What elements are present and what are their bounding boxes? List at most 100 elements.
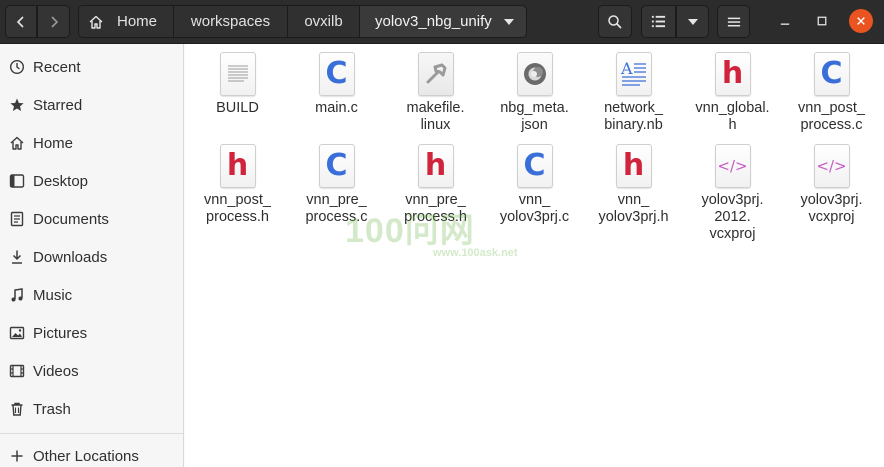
header-bar: Home workspaces ovxilb yolov3_nbg_unify (0, 0, 884, 44)
chevron-down-icon (504, 18, 514, 25)
sidebar-item-other-locations[interactable]: Other Locations (0, 437, 183, 467)
chevron-down-icon (687, 18, 698, 25)
minimize-icon (780, 23, 790, 25)
minimize-button[interactable] (773, 9, 797, 33)
c-header-file-icon: h (714, 52, 751, 96)
file-name: vnn_post_ process.c (798, 100, 865, 133)
file-item[interactable]: C vnn_post_ process.c (782, 44, 881, 134)
h-glyph: h (226, 148, 249, 183)
sidebar-item-label: Starred (33, 96, 83, 114)
c-header-file-icon: h (417, 144, 454, 188)
xml-file-icon: </> (714, 144, 751, 188)
h-glyph: h (721, 56, 744, 91)
search-icon (608, 14, 622, 29)
xml-file-icon: </> (813, 144, 850, 188)
sidebar-item-recent[interactable]: Recent (0, 48, 183, 86)
breadcrumb-label: ovxilb (304, 13, 343, 30)
c-glyph: C (325, 56, 348, 91)
breadcrumb-workspaces[interactable]: workspaces (174, 5, 288, 38)
text-file-icon (219, 52, 256, 96)
file-item[interactable]: makefile. linux (386, 44, 485, 134)
file-item[interactable]: h vnn_post_ process.h (188, 136, 287, 226)
maximize-icon (817, 16, 827, 26)
file-name: vnn_pre_ process.h (404, 192, 467, 225)
file-item[interactable]: h vnn_pre_ process.h (386, 136, 485, 226)
file-name: vnn_ yolov3prj.h (598, 192, 669, 225)
breadcrumb: Home workspaces ovxilb yolov3_nbg_unify (78, 5, 527, 38)
sidebar-item-home[interactable]: Home (0, 124, 183, 162)
breadcrumb-ovxilb[interactable]: ovxilb (288, 5, 360, 38)
c-header-file-icon: h (219, 144, 256, 188)
file-name: vnn_post_ process.h (204, 192, 271, 225)
json-file-icon (516, 52, 553, 96)
code-glyph: </> (816, 156, 847, 175)
sidebar-item-label: Documents (33, 210, 109, 228)
sidebar-item-pictures[interactable]: Pictures (0, 314, 183, 352)
sidebar-divider (0, 433, 183, 434)
file-item[interactable]: A network_ binary.nb (584, 44, 683, 134)
main-menu-button[interactable] (717, 5, 750, 38)
sidebar-item-trash[interactable]: Trash (0, 390, 183, 428)
file-name: network_ binary.nb (604, 100, 663, 133)
sidebar-item-desktop[interactable]: Desktop (0, 162, 183, 200)
sidebar-item-label: Downloads (33, 248, 108, 266)
search-button[interactable] (598, 5, 632, 38)
trash-icon (9, 401, 25, 417)
list-view-button[interactable] (641, 5, 676, 38)
forward-button[interactable] (37, 5, 70, 38)
file-item[interactable]: C main.c (287, 44, 386, 117)
breadcrumb-label: yolov3_nbg_unify (375, 13, 492, 30)
pictures-icon (9, 325, 25, 341)
c-source-file-icon: C (318, 144, 355, 188)
view-options-button[interactable] (676, 5, 709, 38)
videos-icon (9, 363, 25, 379)
sidebar-item-starred[interactable]: Starred (0, 86, 183, 124)
file-name: makefile. linux (406, 100, 465, 133)
h-glyph: h (424, 148, 447, 183)
file-name: main.c (315, 100, 358, 116)
c-glyph: C (523, 148, 546, 183)
file-item[interactable]: h vnn_global. h (683, 44, 782, 134)
sidebar-item-label: Pictures (33, 324, 88, 342)
breadcrumb-current[interactable]: yolov3_nbg_unify (360, 5, 527, 38)
sidebar-item-videos[interactable]: Videos (0, 352, 183, 390)
maximize-button[interactable] (810, 9, 834, 33)
sidebar-item-music[interactable]: Music (0, 276, 183, 314)
breadcrumb-label: workspaces (190, 13, 271, 30)
file-item[interactable]: </> yolov3prj. 2012. vcxproj (683, 136, 782, 243)
sidebar-item-label: Videos (33, 362, 79, 380)
file-item[interactable]: </> yolov3prj. vcxproj (782, 136, 881, 226)
file-item[interactable]: nbg_meta. json (485, 44, 584, 134)
clock-icon (9, 59, 25, 75)
file-item[interactable]: BUILD (188, 44, 287, 117)
file-name: vnn_pre_ process.c (305, 192, 368, 225)
c-glyph: C (325, 148, 348, 183)
file-item[interactable]: h vnn_ yolov3prj.h (584, 136, 683, 226)
file-item[interactable]: C vnn_ yolov3prj.c (485, 136, 584, 226)
sidebar-item-documents[interactable]: Documents (0, 200, 183, 238)
c-source-file-icon: C (516, 144, 553, 188)
documents-icon (9, 211, 25, 227)
sidebar-item-label: Home (33, 134, 74, 152)
file-name: vnn_global. h (695, 100, 770, 133)
close-button[interactable] (849, 9, 873, 33)
c-source-file-icon: C (318, 52, 355, 96)
file-name: BUILD (216, 100, 259, 116)
breadcrumb-home[interactable]: Home (78, 5, 174, 38)
back-button[interactable] (5, 5, 37, 38)
chevron-right-icon (50, 15, 58, 28)
file-name: nbg_meta. json (500, 100, 569, 133)
file-item[interactable]: C vnn_pre_ process.c (287, 136, 386, 226)
desktop-icon (9, 173, 25, 189)
file-name: yolov3prj. vcxproj (800, 192, 863, 225)
code-glyph: </> (717, 156, 748, 175)
sidebar-item-downloads[interactable]: Downloads (0, 238, 183, 276)
document-glyph: A (620, 59, 633, 78)
download-icon (9, 249, 25, 265)
c-glyph: C (820, 56, 843, 91)
c-source-file-icon: C (813, 52, 850, 96)
breadcrumb-label: Home (117, 13, 158, 30)
sidebar-item-label: Desktop (33, 172, 89, 190)
file-grid: BUILD C main.c makefile. linux nbg_meta.… (185, 44, 884, 467)
file-name: yolov3prj. 2012. vcxproj (701, 192, 764, 242)
